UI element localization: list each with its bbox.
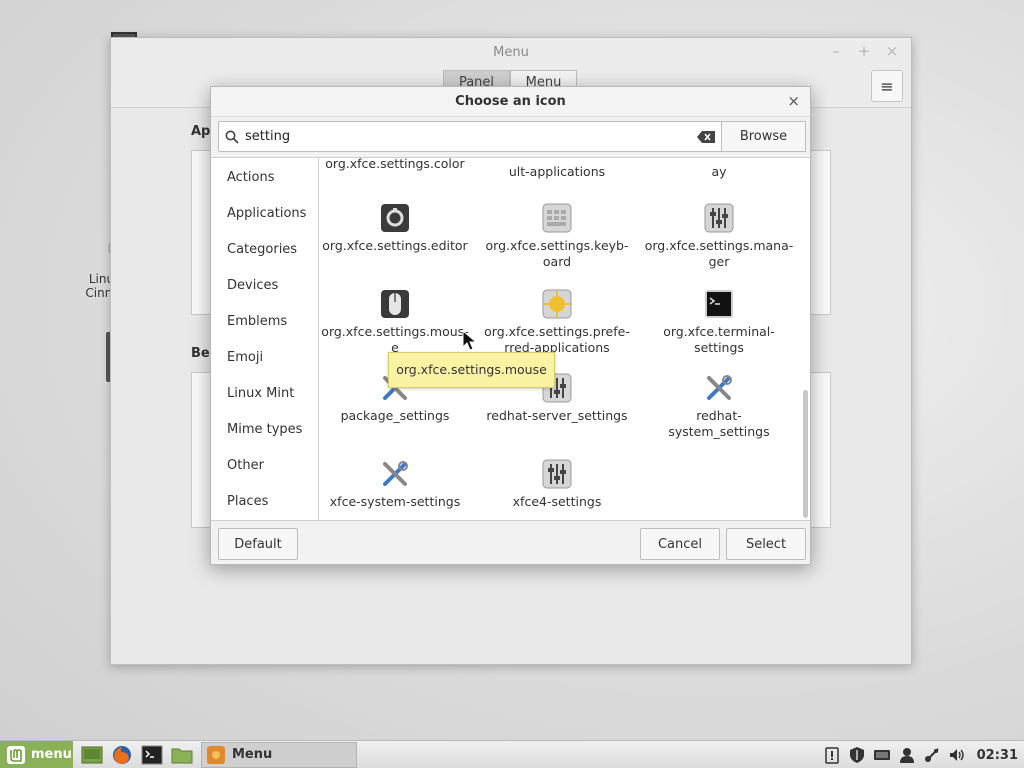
- select-button[interactable]: Select: [726, 528, 806, 560]
- icon-label: xfce-system-settings: [329, 494, 461, 509]
- minimize-icon[interactable]: –: [827, 42, 845, 60]
- terminal-icon[interactable]: [141, 744, 163, 766]
- search-icon: [225, 130, 239, 144]
- tools-icon: [383, 461, 408, 486]
- mouse-cursor-icon: [462, 330, 478, 351]
- hamburger-menu-icon[interactable]: ≡: [871, 70, 903, 102]
- keyboard-icon: [542, 203, 572, 233]
- icon-item-xfce4-settings[interactable]: xfce4-settings: [476, 458, 638, 510]
- search-field[interactable]: [218, 121, 722, 152]
- close-icon[interactable]: ×: [883, 42, 901, 60]
- volume-icon[interactable]: [948, 746, 966, 764]
- icon-grid: org.xfce.settings.color ult-applications…: [320, 158, 800, 520]
- icon-label: ult-applications: [508, 164, 606, 179]
- category-other[interactable]: Other: [211, 448, 318, 484]
- scrollbar[interactable]: [800, 158, 810, 520]
- category-devices[interactable]: Devices: [211, 268, 318, 304]
- category-categories[interactable]: Categories: [211, 232, 318, 268]
- icon-item-terminal-settings[interactable]: org.xfce.terminal-settings: [638, 288, 800, 356]
- dialog-content: Actions Applications Categories Devices …: [211, 157, 810, 521]
- icon-label: package_settings: [340, 408, 450, 423]
- sliders-icon: [704, 203, 734, 233]
- icon-item-preferred-applications[interactable]: org.xfce.settings.prefe-rred-application…: [476, 288, 638, 356]
- start-menu-button[interactable]: menu: [0, 740, 73, 768]
- icon-item[interactable]: ay: [638, 164, 800, 180]
- category-list: Actions Applications Categories Devices …: [211, 158, 319, 520]
- icon-item-manager[interactable]: org.xfce.settings.mana-ger: [638, 202, 800, 270]
- icon-tooltip: org.xfce.settings.mouse: [388, 352, 555, 388]
- category-linux-mint[interactable]: Linux Mint: [211, 376, 318, 412]
- clock[interactable]: 02:31: [977, 748, 1018, 763]
- terminal-icon: [705, 290, 733, 318]
- tools-icon: [707, 375, 732, 400]
- clear-icon[interactable]: [697, 130, 715, 143]
- folder-icon[interactable]: [171, 744, 193, 766]
- display-icon[interactable]: [873, 746, 891, 764]
- dialog-titlebar: Choose an icon ×: [211, 87, 810, 117]
- icon-label: org.xfce.terminal-settings: [663, 324, 775, 355]
- category-emoji[interactable]: Emoji: [211, 340, 318, 376]
- icon-item-xfce-system-settings[interactable]: xfce-system-settings: [320, 458, 476, 510]
- default-button[interactable]: Default: [218, 528, 298, 560]
- maximize-icon[interactable]: +: [855, 42, 873, 60]
- settings-editor-icon: [381, 204, 409, 232]
- choose-icon-dialog: Choose an icon × Browse Actions Applicat…: [210, 86, 811, 565]
- notifications-icon[interactable]: [823, 746, 841, 764]
- cancel-button[interactable]: Cancel: [640, 528, 720, 560]
- mouse-icon: [381, 290, 409, 318]
- taskbar: menu Menu 02:31: [0, 740, 1024, 768]
- icon-item-keyboard[interactable]: org.xfce.settings.keyb-oard: [476, 202, 638, 270]
- user-icon[interactable]: [898, 746, 916, 764]
- taskbar-window-menu[interactable]: Menu: [201, 741, 357, 768]
- icon-label: xfce4-settings: [512, 494, 602, 509]
- scrollbar-thumb[interactable]: [803, 390, 808, 518]
- icon-label: org.xfce.settings.prefe-rred-application…: [484, 324, 630, 355]
- category-applications[interactable]: Applications: [211, 196, 318, 232]
- icon-label: org.xfce.settings.mous-e: [321, 324, 469, 355]
- icon-label: org.xfce.settings.editor: [322, 238, 468, 253]
- search-input[interactable]: [245, 129, 697, 144]
- icon-item-editor[interactable]: org.xfce.settings.editor: [320, 202, 476, 254]
- icon-label: org.xfce.settings.mana-ger: [644, 238, 794, 269]
- firefox-icon[interactable]: [111, 744, 133, 766]
- network-icon[interactable]: [923, 746, 941, 764]
- icon-label: ay: [711, 164, 727, 179]
- icon-item[interactable]: ult-applications: [476, 164, 638, 180]
- category-places[interactable]: Places: [211, 484, 318, 520]
- search-row: Browse: [218, 121, 806, 152]
- category-mime-types[interactable]: Mime types: [211, 412, 318, 448]
- dialog-title: Choose an icon: [455, 94, 566, 109]
- shield-icon[interactable]: [848, 746, 866, 764]
- menu-app-icon: [207, 745, 225, 764]
- preferred-apps-icon: [542, 289, 572, 319]
- menu-label: menu: [31, 747, 72, 762]
- icon-label: org.xfce.settings.keyb-oard: [485, 238, 629, 269]
- category-emblems[interactable]: Emblems: [211, 304, 318, 340]
- sliders-icon: [542, 459, 572, 489]
- browse-button[interactable]: Browse: [722, 121, 806, 152]
- section-label: Ap: [191, 124, 211, 139]
- icon-item-mouse[interactable]: org.xfce.settings.mous-e: [320, 288, 476, 356]
- show-desktop-icon[interactable]: [81, 744, 103, 766]
- close-icon[interactable]: ×: [787, 92, 800, 110]
- linux-mint-logo-icon: [7, 745, 25, 764]
- window-title: Menu: [493, 45, 529, 60]
- icon-label: org.xfce.settings.color: [325, 158, 465, 171]
- system-tray: 02:31: [823, 741, 1024, 768]
- icon-label: redhat-server_settings: [486, 408, 628, 423]
- category-actions[interactable]: Actions: [211, 160, 318, 196]
- icon-label: redhat-system_settings: [668, 408, 770, 439]
- icon-item[interactable]: org.xfce.settings.color: [320, 158, 476, 172]
- taskbar-window-title: Menu: [232, 747, 273, 762]
- icon-item-redhat-system-settings[interactable]: redhat-system_settings: [638, 372, 800, 440]
- section-label: Be: [191, 346, 210, 361]
